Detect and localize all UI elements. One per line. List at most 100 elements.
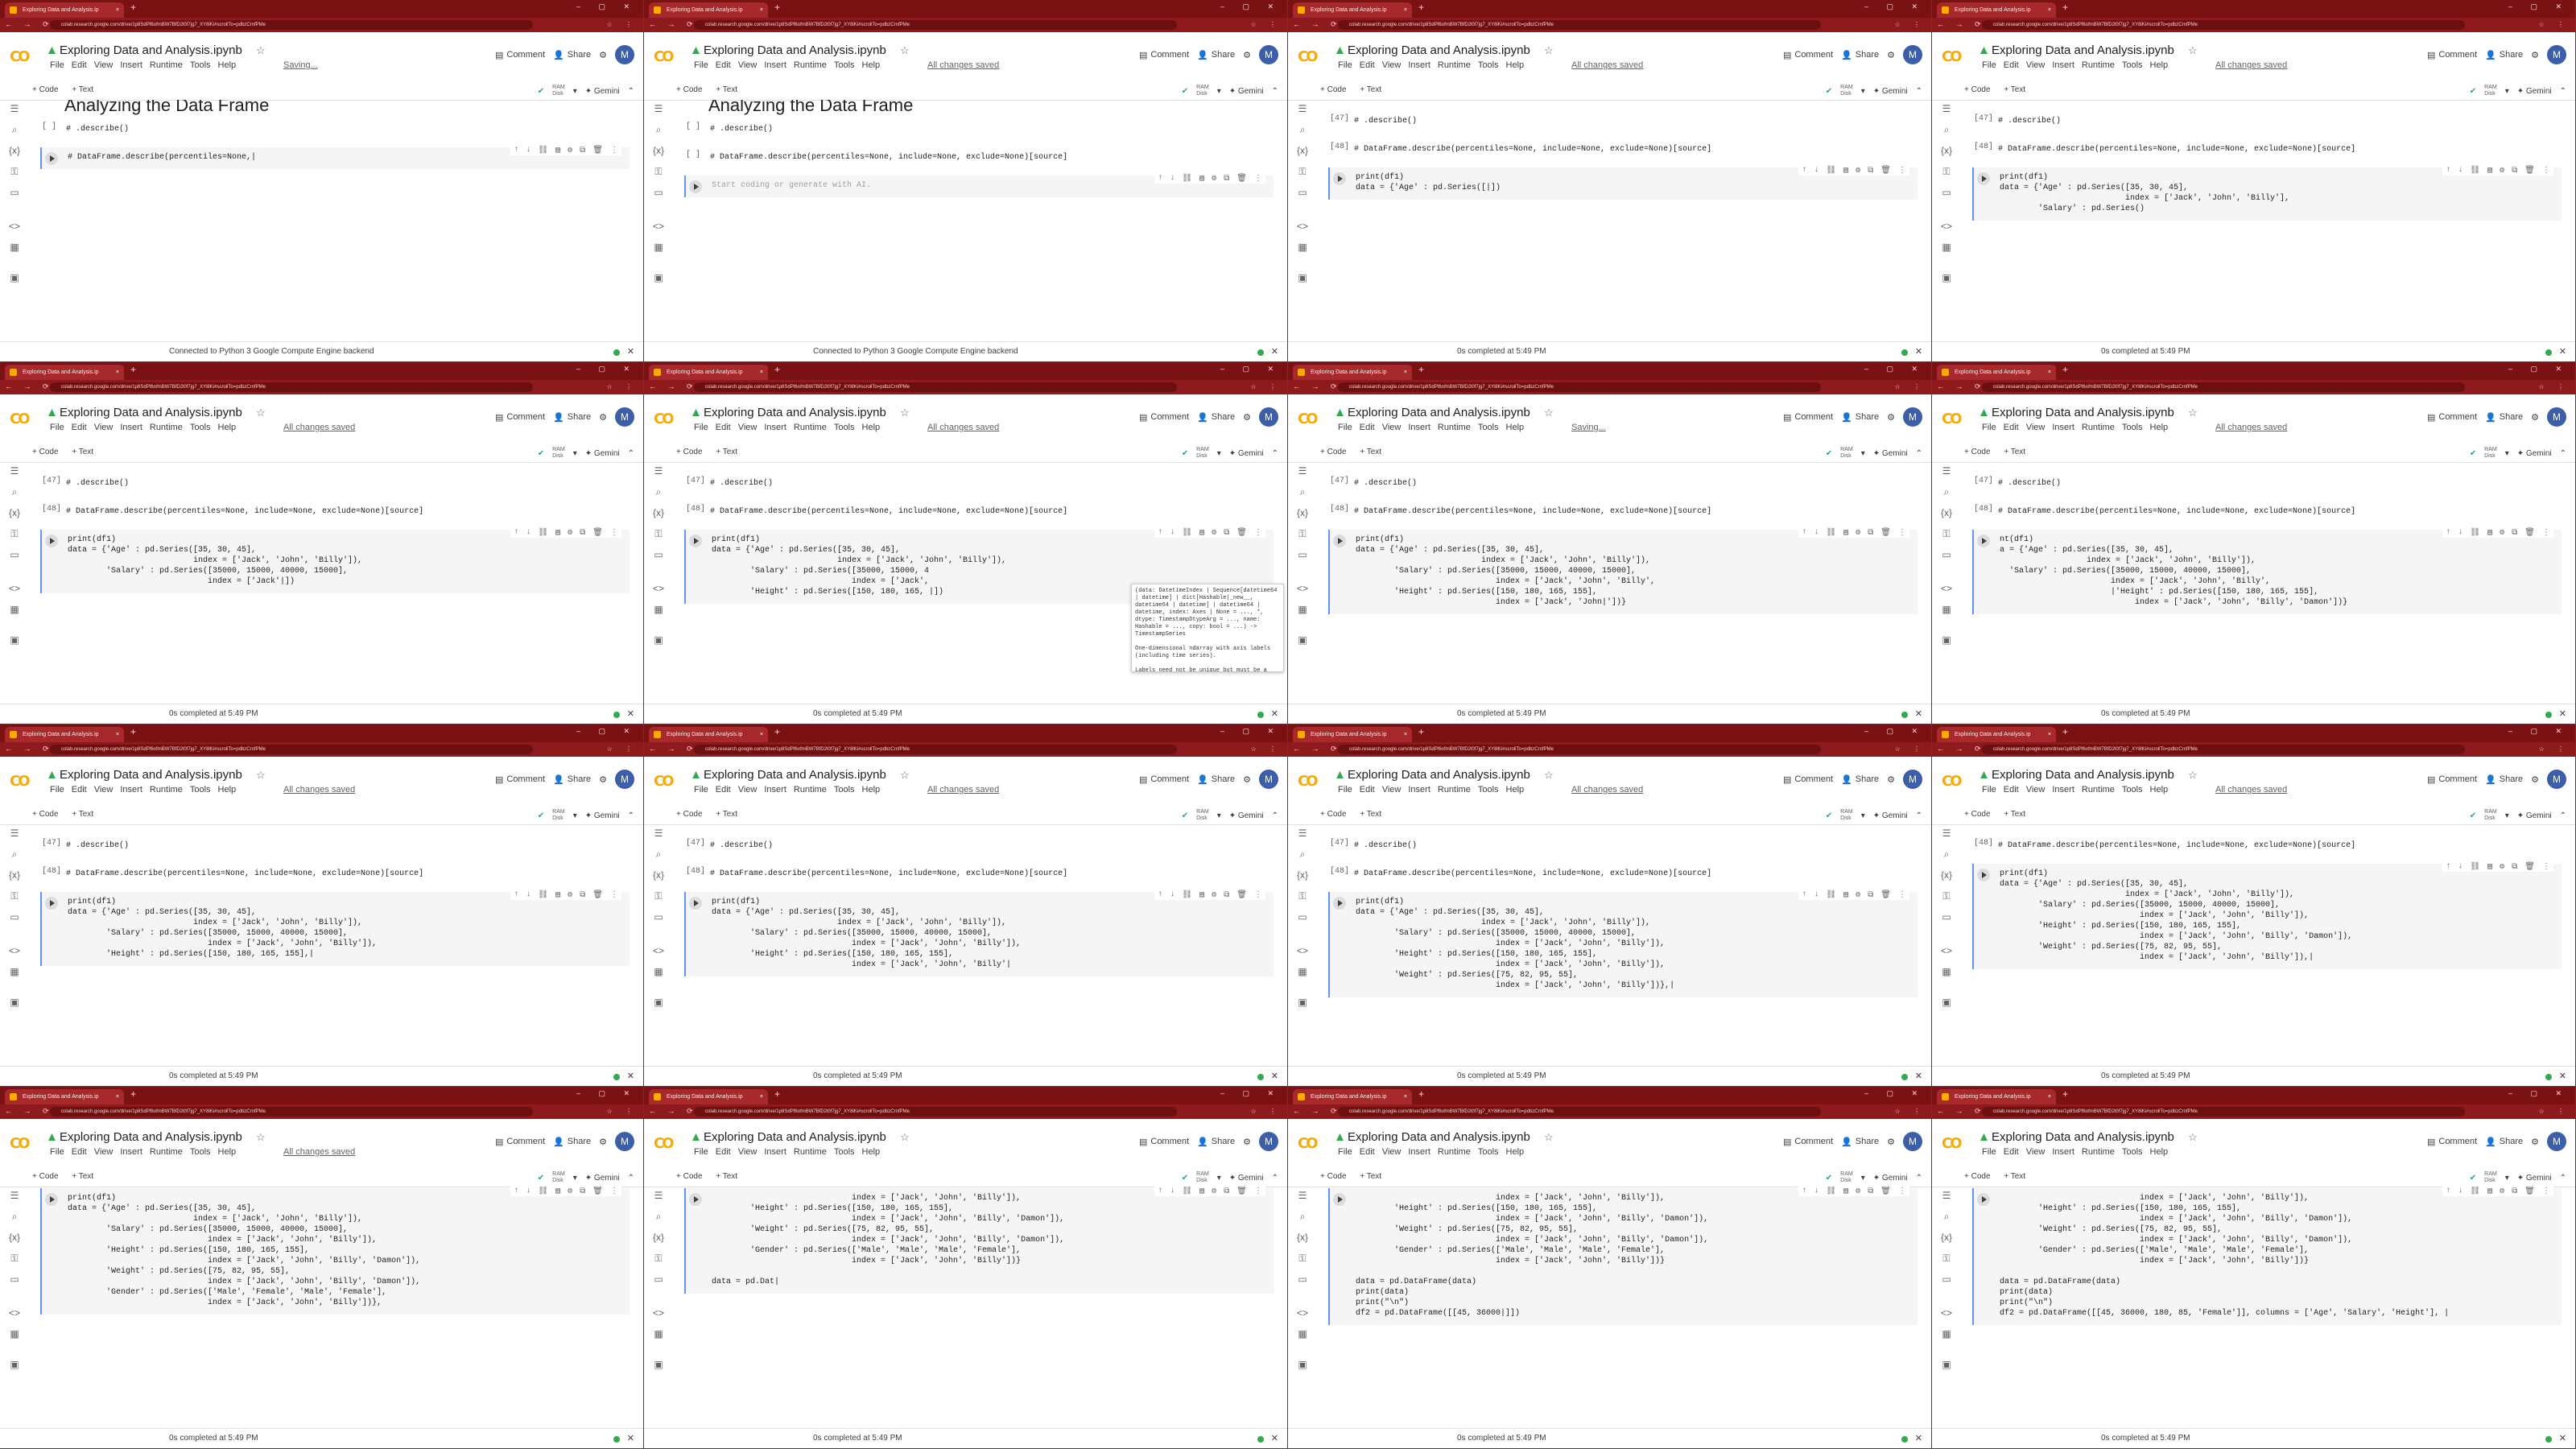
search-icon[interactable]: ⌕ [1940, 124, 1953, 137]
gear-icon[interactable]: ⚙ [1243, 1137, 1251, 1147]
terminal-icon[interactable]: ▣ [652, 1359, 665, 1372]
run-cell-button[interactable] [689, 535, 702, 547]
menu-help[interactable]: Help [2150, 785, 2169, 795]
link-icon[interactable]: ⛓ [1826, 1187, 1836, 1196]
menu-tools[interactable]: Tools [2122, 1147, 2143, 1157]
chevron-down-icon[interactable]: ▾ [573, 1174, 577, 1183]
delete-icon[interactable]: 🗑 [2524, 862, 2535, 872]
star-icon[interactable]: ☆ [1544, 1131, 1554, 1144]
toc-icon[interactable]: ☰ [652, 1190, 665, 1203]
notebook-title[interactable]: Exploring Data and Analysis.ipynb [1992, 1130, 2174, 1144]
menu-runtime[interactable]: Runtime [794, 423, 827, 432]
gear-icon[interactable]: ⚙ [599, 774, 607, 785]
folder-icon[interactable]: ▭ [652, 1274, 665, 1286]
browser-tab[interactable]: Exploring Data and Analysis.ip × [1937, 365, 2056, 380]
cell-code[interactable]: nt(df1) a = {'Age' : pd.Series([35, 30, … [2000, 535, 2347, 608]
command-palette-icon[interactable]: ▦ [8, 966, 21, 979]
menu-tools[interactable]: Tools [834, 60, 855, 70]
avatar[interactable]: M [1259, 1132, 1278, 1151]
terminal-icon[interactable]: ▣ [8, 1359, 21, 1372]
move-up-icon[interactable]: ↑ [514, 528, 518, 538]
code-cell-active[interactable]: print(df1) data = {'Age' : pd.Series([35… [1328, 890, 1918, 997]
menu-edit[interactable]: Edit [2004, 1147, 2019, 1157]
cell-code[interactable]: # .describe() [1998, 116, 2061, 126]
cell-code[interactable]: index = ['Jack', 'John', 'Billy']), 'Hei… [1356, 1193, 1708, 1319]
run-cell-button[interactable] [45, 152, 58, 165]
menu-tools[interactable]: Tools [1478, 785, 1499, 795]
share-button[interactable]: 👤 Share [553, 1137, 591, 1147]
search-icon[interactable]: ⌕ [8, 486, 21, 499]
folder-icon[interactable]: ▭ [652, 549, 665, 562]
new-tab-icon[interactable]: + [1418, 2, 1424, 13]
tab-close-icon[interactable]: × [2048, 2, 2051, 18]
menu-help[interactable]: Help [1506, 785, 1525, 795]
gear-icon[interactable]: ⚙ [1243, 50, 1251, 60]
menu-file[interactable]: File [1338, 785, 1352, 795]
run-cell-button[interactable] [45, 1193, 58, 1206]
variables-icon[interactable]: {x} [1940, 1232, 1953, 1245]
new-tab-icon[interactable]: + [1418, 364, 1424, 375]
star-icon[interactable]: ☆ [1544, 769, 1554, 782]
secrets-icon[interactable]: ⚿ [652, 1253, 665, 1265]
gear-icon[interactable]: ⚙ [2500, 1187, 2504, 1196]
gemini-button[interactable]: ✦ Gemini [1229, 87, 1264, 96]
share-button[interactable]: 👤 Share [1197, 774, 1235, 785]
more-icon[interactable]: ⋮ [1898, 890, 1906, 900]
secrets-icon[interactable]: ⚿ [1940, 166, 1953, 179]
move-down-icon[interactable]: ↓ [1814, 528, 1818, 538]
star-icon[interactable]: ☆ [256, 407, 266, 419]
menu-file[interactable]: File [694, 60, 708, 70]
gear-icon[interactable]: ⚙ [1243, 774, 1251, 785]
chevron-down-icon[interactable]: ▾ [1217, 1174, 1221, 1183]
comment-button[interactable]: ▤ Comment [1783, 50, 1833, 60]
cell-code[interactable]: print(df1) data = {'Age' : pd.Series([35… [712, 535, 1006, 597]
code-cell[interactable]: [ ] # .describe() [40, 119, 628, 141]
code-snippets-icon[interactable]: <> [1296, 221, 1309, 233]
menu-help[interactable]: Help [1506, 1147, 1525, 1157]
avatar[interactable]: M [615, 45, 634, 64]
folder-icon[interactable]: ▭ [8, 1274, 21, 1286]
collapse-icon[interactable]: ⌃ [1916, 811, 1922, 820]
browser-actions-icon[interactable]: ☆ ⋮ [1251, 1108, 1282, 1115]
mirror-icon[interactable]: ⧉ [1868, 166, 1873, 175]
save-status[interactable]: Saving... [1571, 423, 1606, 432]
cell-code[interactable]: print(df1) data = {'Age' : pd.Series([35… [68, 1193, 420, 1308]
cell-code[interactable]: # .describe() [66, 478, 129, 489]
add-code-button[interactable]: + Code [1320, 85, 1347, 94]
code-snippets-icon[interactable]: <> [1940, 945, 1953, 958]
add-code-button[interactable]: + Code [1964, 1172, 1991, 1181]
mirror-icon[interactable]: ⧉ [2512, 1187, 2517, 1196]
menu-tools[interactable]: Tools [190, 1147, 211, 1157]
code-cell[interactable]: [47] # .describe() [40, 473, 628, 495]
gear-icon[interactable]: ⚙ [2500, 528, 2504, 538]
tab-close-icon[interactable]: × [2048, 727, 2051, 742]
terminal-icon[interactable]: ▣ [1940, 272, 1953, 285]
menu-help[interactable]: Help [2150, 423, 2169, 432]
code-cell[interactable]: [47] # .describe() [684, 473, 1272, 495]
close-icon[interactable]: ✕ [1915, 346, 1922, 357]
menu-help[interactable]: Help [218, 60, 237, 70]
menu-runtime[interactable]: Runtime [150, 1147, 183, 1157]
collapse-icon[interactable]: ⌃ [628, 87, 634, 96]
gemini-button[interactable]: ✦ Gemini [1873, 449, 1908, 458]
menu-runtime[interactable]: Runtime [2082, 1147, 2115, 1157]
add-text-button[interactable]: + Text [72, 810, 93, 819]
secrets-icon[interactable]: ⚿ [8, 528, 21, 541]
variables-icon[interactable]: {x} [652, 869, 665, 882]
toc-icon[interactable]: ☰ [1940, 828, 1953, 840]
tab-close-icon[interactable]: × [1404, 727, 1407, 742]
link-icon[interactable]: ⛓ [1182, 174, 1192, 184]
move-down-icon[interactable]: ↓ [2458, 1187, 2462, 1196]
tab-close-icon[interactable]: × [116, 727, 119, 742]
code-cell[interactable]: [48] # DataFrame.describe(percentiles=Non… [40, 864, 628, 886]
add-text-button[interactable]: + Text [1360, 85, 1381, 94]
ram-disk-indicator[interactable]: RAM Disk [2484, 447, 2497, 460]
move-up-icon[interactable]: ↑ [1158, 1187, 1162, 1196]
nav-buttons-icon[interactable]: ← → ⟳ [649, 745, 698, 753]
link-icon[interactable]: ⛓ [1182, 890, 1192, 900]
share-button[interactable]: 👤 Share [2485, 1137, 2523, 1147]
menu-insert[interactable]: Insert [764, 1147, 786, 1157]
folder-icon[interactable]: ▭ [652, 187, 665, 200]
menu-help[interactable]: Help [1506, 60, 1525, 70]
menu-edit[interactable]: Edit [72, 1147, 87, 1157]
